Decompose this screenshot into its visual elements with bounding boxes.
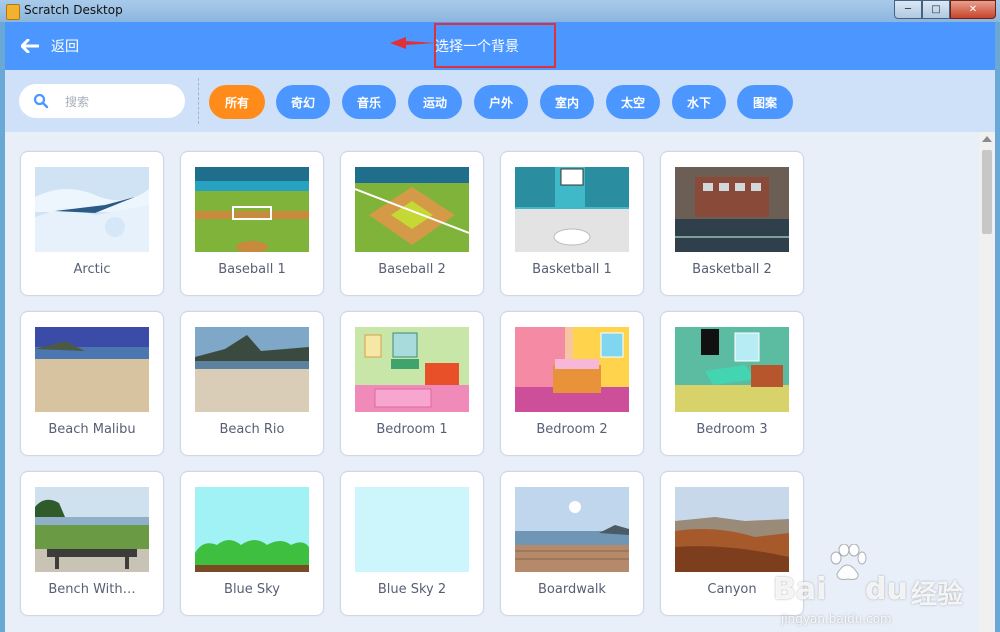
backdrop-label: Baseball 2 [378,262,446,277]
annotation-arrow-icon [390,37,436,49]
backdrop-card[interactable]: Basketball 1 [500,151,644,296]
backdrop-card[interactable]: Blue Sky 2 [340,471,484,616]
paw-logo-icon [830,544,867,580]
filter-bar: 所有奇幻音乐运动户外室内太空水下图案 [5,70,995,132]
page-title: 选择一个背景 [435,39,519,55]
backdrop-label: Bedroom 3 [696,422,768,437]
backdrop-label: Basketball 2 [692,262,772,277]
watermark-cn: 经验 [911,580,964,610]
backdrop-thumbnail [195,327,309,412]
backdrop-card[interactable]: Baseball 1 [180,151,324,296]
backdrop-label: Boardwalk [538,582,606,597]
backdrop-thumbnail [675,327,789,412]
search-input[interactable] [63,90,177,114]
window-controls: ─ □ ✕ [894,0,996,19]
backdrop-label: Bench With… [48,582,136,597]
backdrop-thumbnail [35,327,149,412]
minimize-button[interactable]: ─ [894,0,922,19]
backdrop-card[interactable]: Arctic [20,151,164,296]
backdrop-card[interactable]: Boardwalk [500,471,644,616]
tag-0[interactable]: 所有 [209,85,265,119]
backdrop-card[interactable]: Bench With… [20,471,164,616]
backdrop-label: Blue Sky 2 [377,582,447,597]
backdrop-card[interactable]: Blue Sky [180,471,324,616]
backdrop-thumbnail [355,327,469,412]
close-button[interactable]: ✕ [950,0,996,19]
tag-4[interactable]: 户外 [474,85,528,119]
tag-3[interactable]: 运动 [408,85,462,119]
backdrop-card[interactable]: Beach Rio [180,311,324,456]
watermark: Bai du 经验 jingyan.baidu.com [765,542,985,632]
backdrop-thumbnail [35,167,149,252]
backdrop-thumbnail [515,327,629,412]
backdrop-label: Blue Sky [224,582,280,597]
backdrop-label: Beach Malibu [48,422,136,437]
search-icon [33,93,49,109]
backdrop-library: 返回 选择一个背景 所有奇幻音乐运动户外室内太空水下图案 Arctic Baseb… [5,22,995,632]
backdrop-card[interactable]: Bedroom 1 [340,311,484,456]
backdrop-card[interactable]: Bedroom 3 [660,311,804,456]
tag-8[interactable]: 图案 [737,85,793,119]
backdrop-label: Arctic [73,262,111,277]
backdrop-thumbnail [195,167,309,252]
tag-1[interactable]: 奇幻 [276,85,330,119]
backdrop-card[interactable]: Beach Malibu [20,311,164,456]
backdrop-label: Bedroom 1 [376,422,448,437]
maximize-button[interactable]: □ [922,0,950,19]
backdrop-thumbnail [355,487,469,572]
scroll-thumb[interactable] [982,150,992,234]
back-button[interactable]: 返回 [21,22,79,70]
backdrop-thumbnail [355,167,469,252]
filter-divider [198,78,199,124]
watermark-url: jingyan.baidu.com [781,612,892,626]
backdrop-thumbnail [675,167,789,252]
backdrop-card[interactable]: Basketball 2 [660,151,804,296]
backdrop-label: Baseball 1 [218,262,286,277]
back-label: 返回 [51,39,79,55]
backdrop-label: Bedroom 2 [536,422,608,437]
search-box[interactable] [19,84,185,118]
window-title: Scratch Desktop [24,3,123,17]
watermark-brand: Bai [773,572,827,607]
backdrop-thumbnail [515,487,629,572]
backdrop-label: Beach Rio [219,422,285,437]
watermark-brand-2: du [865,572,908,607]
backdrop-card[interactable]: Baseball 2 [340,151,484,296]
tag-7[interactable]: 水下 [672,85,726,119]
backdrop-thumbnail [515,167,629,252]
back-arrow-icon [21,39,39,53]
tag-2[interactable]: 音乐 [342,85,396,119]
backdrop-thumbnail [35,487,149,572]
tag-6[interactable]: 太空 [606,85,660,119]
window-titlebar: Scratch Desktop ─ □ ✕ [0,0,1000,22]
app-icon [6,4,20,20]
scroll-up-icon[interactable] [982,136,992,142]
backdrop-label: Basketball 1 [532,262,612,277]
backdrop-thumbnail [195,487,309,572]
tag-5[interactable]: 室内 [540,85,594,119]
library-header: 返回 选择一个背景 [5,22,995,70]
backdrop-card[interactable]: Bedroom 2 [500,311,644,456]
